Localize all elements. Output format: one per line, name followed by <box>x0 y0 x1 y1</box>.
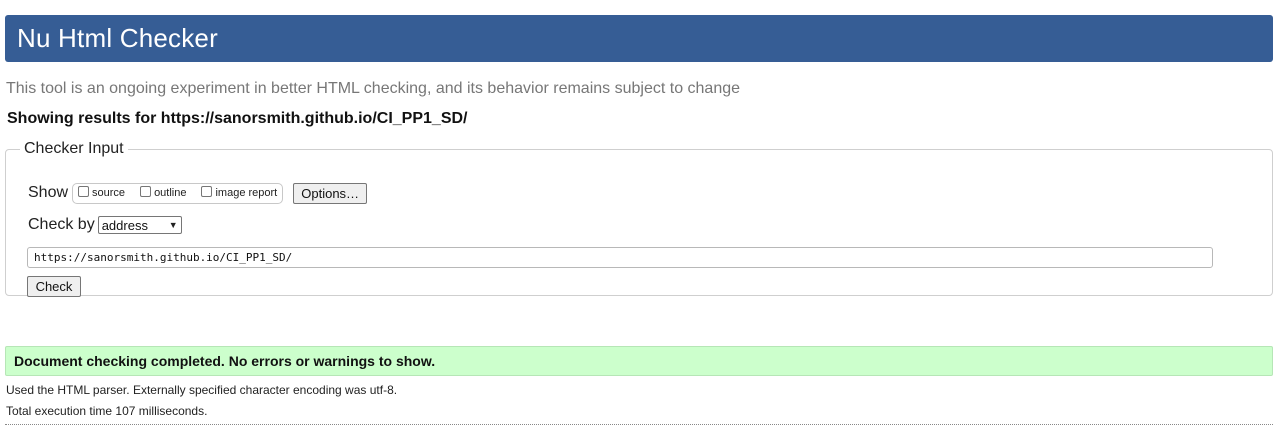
execution-time-text: Total execution time 107 milliseconds. <box>6 404 208 418</box>
image-report-checkbox-label[interactable]: image report <box>215 187 277 199</box>
check-by-selected-value[interactable]: address <box>102 218 148 233</box>
checker-input-fieldset: Checker Input Show source outline image … <box>5 140 1273 297</box>
image-report-checkbox[interactable] <box>201 185 213 197</box>
show-options-row: Show source outline image report Options… <box>28 182 368 204</box>
check-by-row: Check by address ▼ <box>28 214 182 236</box>
check-by-label: Check by <box>28 216 95 233</box>
outline-checkbox-label[interactable]: outline <box>154 187 186 199</box>
show-image-report-option[interactable]: image report <box>198 185 277 199</box>
chevron-down-icon[interactable]: ▼ <box>169 220 178 230</box>
url-input[interactable]: https://sanorsmith.github.io/CI_PP1_SD/ <box>27 247 1213 268</box>
result-success-message: Document checking completed. No errors o… <box>5 346 1273 376</box>
check-button[interactable]: Check <box>27 276 81 297</box>
checker-input-legend: Checker Input <box>24 140 124 157</box>
show-outline-option[interactable]: outline <box>137 185 186 199</box>
parser-info-text: Used the HTML parser. Externally specifi… <box>6 383 398 397</box>
options-button[interactable]: Options… <box>293 182 368 204</box>
page-title: Nu Html Checker <box>17 23 218 53</box>
source-checkbox-label[interactable]: source <box>92 187 125 199</box>
showing-results-heading: Showing results for https://sanorsmith.g… <box>7 110 468 127</box>
outline-checkbox[interactable] <box>140 185 152 197</box>
check-by-select[interactable]: address ▼ <box>97 216 182 234</box>
show-options-group: source outline image report <box>72 182 284 204</box>
show-source-option[interactable]: source <box>75 185 125 199</box>
source-checkbox[interactable] <box>78 185 90 197</box>
tagline-text: This tool is an ongoing experiment in be… <box>6 80 741 97</box>
app-header: Nu Html Checker <box>5 15 1273 62</box>
bottom-divider <box>5 424 1273 425</box>
show-label: Show <box>28 184 69 201</box>
